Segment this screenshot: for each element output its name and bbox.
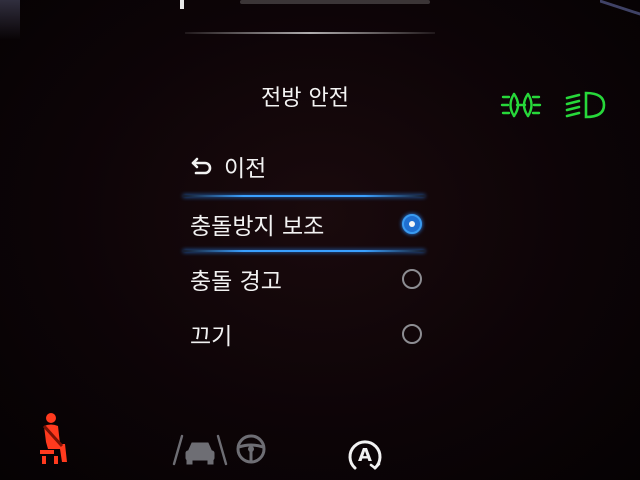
front-fog-light-icon: [500, 88, 542, 126]
driver-assist-indicators: [172, 432, 268, 470]
option-collision-warning[interactable]: 충돌 경고: [190, 259, 430, 299]
lane-assist-icon: [172, 432, 228, 470]
menu-title: 전방 안전: [261, 86, 349, 111]
back-arrow-icon: [190, 156, 214, 176]
steering-wheel-icon: [234, 432, 268, 470]
radio-unselected[interactable]: [402, 324, 422, 344]
top-right-edge-decoration: [600, 0, 640, 42]
option-label: 충돌방지 보조: [190, 214, 325, 240]
top-status-bar: [180, 0, 440, 10]
back-button[interactable]: 이전: [190, 151, 267, 182]
radio-unselected[interactable]: [402, 269, 422, 289]
low-beam-headlight-icon: [564, 88, 606, 126]
selection-highlight-bottom: [183, 250, 425, 252]
header-divider: [185, 32, 435, 34]
auto-hold-label: A: [358, 445, 372, 466]
radio-selected[interactable]: [402, 214, 422, 234]
top-status-blur: [240, 0, 430, 4]
option-label: 충돌 경고: [190, 269, 282, 295]
back-label: 이전: [224, 156, 267, 182]
seatbelt-warning-icon: [34, 412, 74, 472]
option-off[interactable]: 끄기: [190, 314, 430, 354]
top-marker: [180, 0, 184, 9]
auto-hold-icon: A: [345, 434, 385, 478]
lamp-indicators: [500, 88, 606, 126]
option-label: 끄기: [190, 324, 233, 350]
top-left-edge-decoration: [0, 0, 20, 40]
selection-highlight-top: [183, 195, 425, 197]
option-collision-avoidance-assist[interactable]: 충돌방지 보조: [190, 204, 430, 244]
